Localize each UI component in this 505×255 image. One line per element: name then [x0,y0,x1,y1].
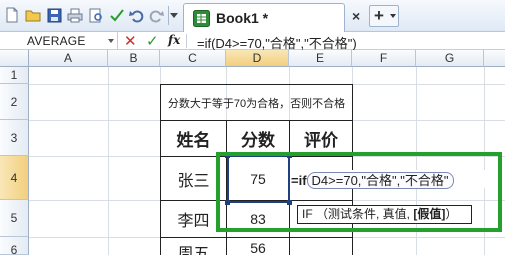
score-cell-d6[interactable]: 56 [227,240,289,255]
undo-icon[interactable] [128,6,146,24]
note-cell-c2[interactable]: 分数大于等于70为合格，否则不合格 [161,85,352,120]
column-header-h[interactable] [484,50,505,67]
column-header-b[interactable]: B [108,50,160,67]
spellcheck-icon[interactable] [108,6,126,24]
column-header-e[interactable]: E [289,50,352,67]
enter-icon[interactable]: ✓ [146,32,159,50]
row-header-2[interactable]: 2 [0,84,29,120]
spreadsheet-icon [193,10,210,27]
select-all-corner[interactable] [0,50,29,67]
new-icon[interactable] [3,6,21,24]
close-tab-icon[interactable]: × [352,8,360,24]
insert-function-button[interactable]: fx [168,33,180,47]
column-header-d[interactable]: D [226,50,289,67]
column-header-g[interactable]: G [416,50,484,67]
save-icon[interactable] [45,6,63,24]
row-header-6[interactable]: 6 [0,237,29,255]
formula-bar: AVERAGE ✕ ✓ fx =if(D4>=70,"合格","不合格") [0,32,505,51]
row-header-5[interactable]: 5 [0,200,29,237]
redo-icon[interactable] [147,6,165,24]
tab-book1[interactable]: Book1 * [183,3,345,32]
header-score-cell[interactable]: 分数 [227,121,289,156]
row-header-3[interactable]: 3 [0,120,29,156]
print-preview-icon[interactable] [87,6,105,24]
print-icon[interactable] [66,6,84,24]
highlight-annotation-box [216,152,502,232]
document-title: Book1 * [216,10,269,26]
plus-icon: + [374,6,384,25]
column-header-f[interactable]: F [352,50,416,67]
chevron-down-icon [390,14,396,18]
quick-access-toolbar: Book1 * × + [0,0,505,32]
name-box[interactable]: AVERAGE [0,32,118,50]
new-tab-button[interactable]: + [369,5,399,27]
chevron-down-icon[interactable] [108,39,114,43]
name-box-value: AVERAGE [27,34,86,48]
row-header-1[interactable]: 1 [0,67,29,84]
column-header-c[interactable]: C [160,50,226,67]
open-icon[interactable] [24,6,42,24]
row-header-4[interactable]: 4 [0,156,29,200]
header-eval-cell[interactable]: 评价 [290,121,352,156]
header-name-cell[interactable]: 姓名 [161,121,226,156]
cancel-icon[interactable]: ✕ [124,32,137,50]
customize-icon[interactable] [169,6,179,24]
name-cell-c6[interactable]: 周五 [161,240,226,255]
column-header-a[interactable]: A [29,50,108,67]
